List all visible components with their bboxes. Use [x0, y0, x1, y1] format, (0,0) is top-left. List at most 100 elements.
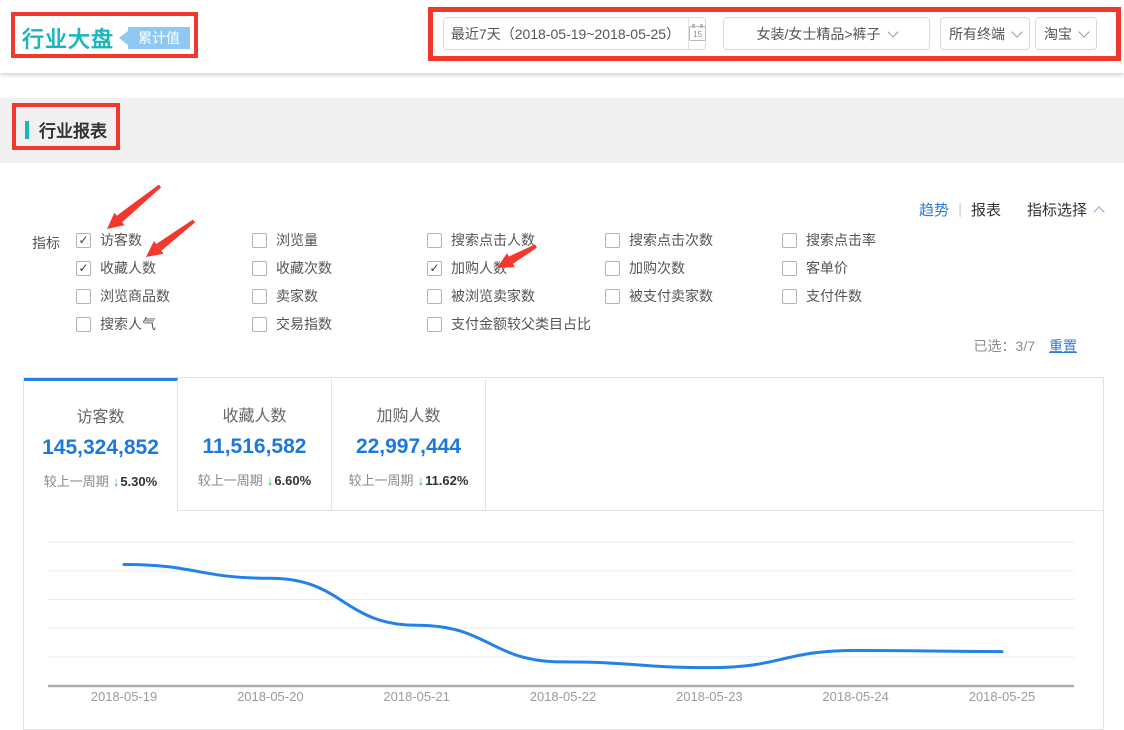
- report-link[interactable]: 报表: [971, 199, 1001, 220]
- metric-checkbox-label: 收藏人数: [100, 258, 156, 278]
- metric-select-toggle[interactable]: 指标选择: [1027, 199, 1103, 220]
- tab-value: 22,997,444: [332, 435, 485, 459]
- page-header: 行业大盘 累计值 最近7天（2018-05-19~2018-05-25） 15 …: [0, 0, 1124, 73]
- cumulative-badge: 累计值: [119, 27, 190, 49]
- checkbox-unchecked[interactable]: [76, 289, 91, 304]
- down-arrow-icon: ↓: [418, 473, 425, 488]
- tab-title: 收藏人数: [178, 402, 331, 426]
- metric-checkbox-item[interactable]: 浏览量: [252, 232, 332, 248]
- checkbox-unchecked[interactable]: [605, 261, 620, 276]
- calendar-button[interactable]: 15: [688, 18, 706, 49]
- metric-checkbox-item[interactable]: 支付件数: [782, 288, 876, 304]
- checkbox-unchecked[interactable]: [252, 261, 267, 276]
- metric-checkbox-item[interactable]: 被浏览卖家数: [427, 288, 591, 304]
- metric-checkbox-item[interactable]: 交易指数: [252, 316, 332, 332]
- metric-checkbox-label: 访客数: [100, 230, 142, 250]
- metric-checkbox-item[interactable]: ✓ 收藏人数: [76, 260, 170, 276]
- checkbox-unchecked[interactable]: [252, 289, 267, 304]
- metric-checkbox-item[interactable]: 支付金额较父类目占比: [427, 316, 591, 332]
- annotation-arrow: [107, 213, 125, 229]
- metric-checkbox-label: 被浏览卖家数: [451, 286, 535, 306]
- trend-link[interactable]: 趋势: [919, 199, 949, 220]
- checkbox-unchecked[interactable]: [605, 289, 620, 304]
- annotation-arrow: [117, 185, 161, 223]
- tab-compare: 较上一周期↓5.30%: [24, 471, 177, 490]
- metric-checkbox-label: 支付金额较父类目占比: [451, 314, 591, 334]
- metric-tab[interactable]: 访客数 145,324,852 较上一周期↓5.30%: [24, 378, 178, 511]
- metric-checkbox-column: 搜索点击次数加购次数被支付卖家数: [605, 232, 713, 304]
- metric-checkbox-label: 加购次数: [629, 258, 685, 278]
- metric-checkbox-column: 搜索点击人数 ✓ 加购人数被浏览卖家数支付金额较父类目占比: [427, 232, 591, 332]
- metric-checkbox-item[interactable]: 搜索人气: [76, 316, 170, 332]
- metric-checkbox-column: ✓ 访客数 ✓ 收藏人数浏览商品数搜索人气: [76, 232, 170, 332]
- platform-dropdown[interactable]: 淘宝: [1035, 17, 1097, 50]
- metric-checkbox-label: 搜索点击率: [806, 230, 876, 250]
- category-dropdown[interactable]: 女装/女士精品>裤子: [723, 17, 930, 50]
- date-range-picker[interactable]: 最近7天（2018-05-19~2018-05-25） 15: [443, 17, 706, 50]
- metric-checkbox-column: 搜索点击率客单价支付件数: [782, 232, 876, 304]
- tab-value: 11,516,582: [178, 435, 331, 459]
- checkbox-unchecked[interactable]: [252, 317, 267, 332]
- metric-checkbox-label: 支付件数: [806, 286, 862, 306]
- checkbox-checked[interactable]: ✓: [76, 233, 91, 248]
- platform-label: 淘宝: [1044, 24, 1072, 44]
- toolbar-divider: |: [958, 201, 962, 218]
- view-toolbar: 趋势 | 报表 指标选择: [919, 199, 1103, 220]
- metric-checkbox-label: 客单价: [806, 258, 848, 278]
- metric-checkbox-label: 加购人数: [451, 258, 507, 278]
- checkbox-unchecked[interactable]: [782, 261, 797, 276]
- calendar-icon: 15: [689, 26, 706, 41]
- badge-label: 累计值: [128, 27, 190, 49]
- checkbox-unchecked[interactable]: [427, 289, 442, 304]
- chevron-down-icon: [1011, 26, 1022, 37]
- metric-tab[interactable]: 加购人数 22,997,444 较上一周期↓11.62%: [332, 378, 486, 511]
- metric-checkbox-item[interactable]: 搜索点击人数: [427, 232, 591, 248]
- page-title: 行业大盘: [22, 22, 114, 54]
- metric-checkbox-item[interactable]: ✓ 加购人数: [427, 260, 591, 276]
- checkbox-unchecked[interactable]: [427, 233, 442, 248]
- metric-checkbox-label: 卖家数: [276, 286, 318, 306]
- metric-checkbox-item[interactable]: 被支付卖家数: [605, 288, 713, 304]
- tab-title: 访客数: [24, 403, 177, 427]
- checkbox-unchecked[interactable]: [605, 233, 620, 248]
- metric-checkbox-item[interactable]: 搜索点击次数: [605, 232, 713, 248]
- checkbox-unchecked[interactable]: [782, 289, 797, 304]
- checkbox-unchecked[interactable]: [76, 317, 91, 332]
- terminal-dropdown[interactable]: 所有终端: [940, 17, 1030, 50]
- metric-checkbox-item[interactable]: 卖家数: [252, 288, 332, 304]
- selection-summary: 已选：3/7 重置: [974, 336, 1077, 356]
- metric-checkbox-item[interactable]: 加购次数: [605, 260, 713, 276]
- report-panel: 访客数145,324,852较上一周期↓5.30%收藏人数11,516,582较…: [23, 377, 1104, 730]
- metric-checkbox-item[interactable]: ✓ 访客数: [76, 232, 170, 248]
- down-arrow-icon: ↓: [113, 474, 120, 489]
- metric-checkbox-item[interactable]: 搜索点击率: [782, 232, 876, 248]
- down-arrow-icon: ↓: [267, 473, 274, 488]
- checkbox-unchecked[interactable]: [427, 317, 442, 332]
- date-range-label: 最近7天（2018-05-19~2018-05-25）: [443, 24, 688, 44]
- metric-checkbox-label: 搜索人气: [100, 314, 156, 334]
- tab-value: 145,324,852: [24, 436, 177, 460]
- checkbox-unchecked[interactable]: [782, 233, 797, 248]
- terminal-label: 所有终端: [949, 24, 1005, 44]
- metric-tab[interactable]: 收藏人数 11,516,582 较上一周期↓6.60%: [178, 378, 332, 511]
- tab-compare: 较上一周期↓6.60%: [178, 470, 331, 489]
- metric-checkbox-item[interactable]: 收藏次数: [252, 260, 332, 276]
- metric-checkbox-item[interactable]: 客单价: [782, 260, 876, 276]
- tab-filler: [486, 378, 1103, 511]
- section-title: 行业报表: [39, 117, 107, 142]
- tab-compare: 较上一周期↓11.62%: [332, 470, 485, 489]
- badge-arrow-icon: [119, 31, 128, 45]
- metrics-label: 指标: [32, 233, 60, 253]
- checkbox-checked[interactable]: ✓: [76, 261, 91, 276]
- reset-link[interactable]: 重置: [1049, 336, 1077, 356]
- metric-checkbox-label: 交易指数: [276, 314, 332, 334]
- metric-checkbox-column: 浏览量收藏次数卖家数交易指数: [252, 232, 332, 332]
- chevron-down-icon: [1078, 26, 1089, 37]
- checkbox-unchecked[interactable]: [252, 233, 267, 248]
- metric-checkbox-item[interactable]: 浏览商品数: [76, 288, 170, 304]
- tab-title: 加购人数: [332, 402, 485, 426]
- metric-select-label: 指标选择: [1027, 199, 1087, 220]
- chevron-down-icon: [887, 26, 898, 37]
- checkbox-checked[interactable]: ✓: [427, 261, 442, 276]
- selected-count: 已选：3/7: [974, 336, 1035, 356]
